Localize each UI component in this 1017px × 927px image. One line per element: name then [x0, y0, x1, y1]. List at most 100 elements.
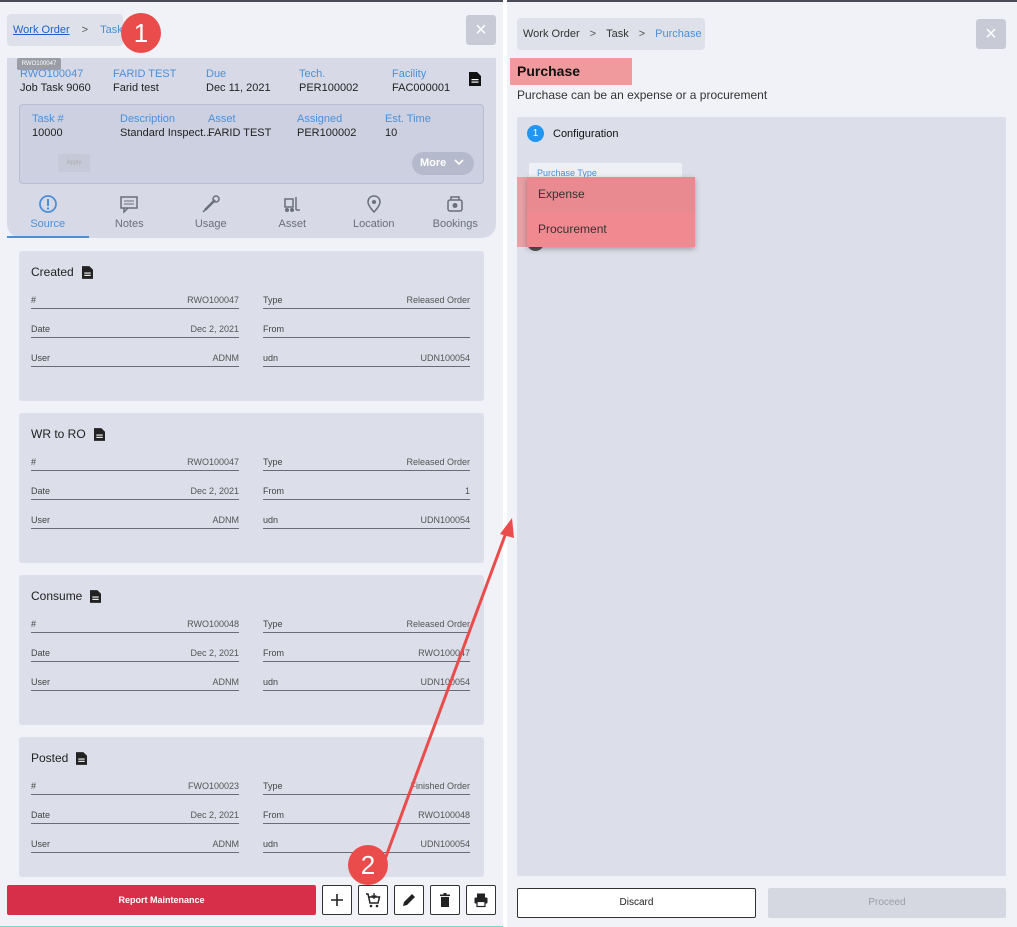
source-card-created: Created # RWO100047 Type Released Order Da…: [19, 251, 484, 401]
header-value: Dec 11, 2021: [206, 82, 271, 94]
page-title: Purchase: [510, 58, 632, 85]
task-value: Standard Inspect...: [120, 127, 213, 139]
field-key: Type: [263, 619, 283, 629]
source-card-posted: Posted # FWO100023 Type Finished Order Dat…: [19, 737, 484, 877]
field-key: Date: [31, 648, 51, 658]
more-button[interactable]: More: [412, 152, 474, 175]
usage-icon: [202, 194, 220, 213]
document-icon[interactable]: [90, 589, 102, 603]
field-from: From RWO100047: [263, 644, 470, 662]
field-date: Date Dec 2, 2021: [31, 644, 239, 662]
field-key: Type: [263, 295, 283, 305]
action-bar: Report Maintenance: [0, 882, 503, 927]
field-key: Type: [263, 457, 283, 467]
screenshot-root: Work Order > Task × RWO100047 Job Task 9…: [0, 0, 1017, 927]
document-icon[interactable]: [81, 265, 93, 279]
purchase-button[interactable]: [358, 885, 388, 915]
tab-asset[interactable]: Asset: [252, 185, 334, 238]
field-date: Date Dec 2, 2021: [31, 806, 239, 824]
field-user: User ADNM: [31, 673, 239, 691]
card-title: Created: [31, 265, 93, 279]
header-field-facility: Facility FAC000001: [392, 68, 450, 95]
close-button[interactable]: ×: [466, 15, 496, 45]
discard-button[interactable]: Discard: [517, 888, 756, 918]
tab-notes[interactable]: Notes: [89, 185, 171, 238]
field-date: Date Dec 2, 2021: [31, 482, 239, 500]
field-value: UDN100054: [420, 677, 470, 687]
dropdown-option-procurement[interactable]: Procurement: [527, 212, 695, 247]
field-value: RWO100047: [187, 457, 239, 467]
tab-source[interactable]: Source: [7, 185, 89, 238]
breadcrumb: Work Order > Task > Purchase: [517, 18, 705, 50]
card-title-text: Created: [31, 265, 74, 279]
close-button[interactable]: ×: [976, 19, 1006, 49]
field-type: Type Released Order: [263, 453, 470, 471]
header-field-order: RWO100047 Job Task 9060: [20, 68, 91, 95]
tab-usage[interactable]: Usage: [170, 185, 252, 238]
field-key: From: [263, 486, 284, 496]
tab-location[interactable]: Location: [333, 185, 415, 238]
field-value: RWO100047: [187, 295, 239, 305]
field-key: From: [263, 810, 284, 820]
field-value: RWO100048: [418, 810, 470, 820]
faded-button: Apply: [58, 154, 90, 172]
breadcrumb-work-order[interactable]: Work Order: [523, 28, 580, 40]
task-field-asset: Asset FARID TEST: [208, 113, 271, 140]
proceed-button[interactable]: Proceed: [768, 888, 1006, 918]
add-button[interactable]: [322, 885, 352, 915]
field-key: #: [31, 619, 37, 629]
breadcrumb-separator: >: [81, 24, 89, 36]
field-udn: udn UDN100054: [263, 673, 470, 691]
document-icon[interactable]: [469, 72, 481, 86]
task-value: 10: [385, 127, 398, 139]
field-from: From 1: [263, 482, 470, 500]
tab-bookings[interactable]: Bookings: [415, 185, 497, 238]
header-key: Due: [206, 68, 227, 80]
location-pin-icon: [366, 194, 381, 213]
task-key: Asset: [208, 113, 236, 125]
bookings-icon: [447, 195, 463, 212]
delete-button[interactable]: [430, 885, 460, 915]
field-user: User ADNM: [31, 835, 239, 853]
field-value: ADNM: [212, 515, 240, 525]
document-icon[interactable]: [93, 427, 105, 441]
print-button[interactable]: [466, 885, 496, 915]
field-key: udn: [263, 839, 279, 849]
field-value: FWO100023: [187, 781, 239, 791]
field-number: # FWO100023: [31, 777, 239, 795]
field-key: Date: [31, 810, 51, 820]
document-icon[interactable]: [76, 751, 88, 765]
field-value: ADNM: [212, 353, 240, 363]
tab-bar: Source Notes Usage Asset Location Bookin…: [7, 185, 496, 238]
plus-icon: [331, 894, 343, 906]
page-subtitle: Purchase can be an expense or a procurem…: [517, 88, 768, 102]
breadcrumb: Work Order > Task: [7, 14, 123, 46]
field-number: # RWO100048: [31, 615, 239, 633]
card-title-text: Consume: [31, 589, 83, 603]
header-value: FAC000001: [392, 82, 451, 94]
field-value: UDN100054: [420, 353, 470, 363]
breadcrumb-task[interactable]: Task: [606, 28, 629, 40]
dropdown-option-expense[interactable]: Expense: [527, 177, 695, 212]
more-label: More: [420, 157, 447, 169]
card-title-text: WR to RO: [31, 427, 86, 441]
card-title: Posted: [31, 751, 88, 765]
field-number: # RWO100047: [31, 291, 239, 309]
annotation-step-1: 1: [121, 13, 161, 53]
edit-button[interactable]: [394, 885, 424, 915]
task-value: 10000: [32, 127, 63, 139]
header-value: PER100002: [299, 82, 359, 94]
breadcrumb-work-order[interactable]: Work Order: [13, 24, 70, 36]
report-maintenance-button[interactable]: Report Maintenance: [7, 885, 316, 915]
field-key: From: [263, 324, 284, 334]
work-order-task-panel: Work Order > Task × RWO100047 Job Task 9…: [0, 0, 503, 927]
alert-circle-icon: [38, 194, 57, 213]
header-field-asset: FARID TEST Farid test: [113, 68, 176, 95]
field-key: User: [31, 515, 51, 525]
field-from: From RWO100048: [263, 806, 470, 824]
breadcrumb-purchase: Purchase: [655, 28, 702, 40]
header-field-due: Due Dec 11, 2021: [206, 68, 271, 95]
printer-icon: [474, 893, 488, 908]
field-key: udn: [263, 515, 279, 525]
task-field-number: Task # 10000: [32, 113, 64, 140]
